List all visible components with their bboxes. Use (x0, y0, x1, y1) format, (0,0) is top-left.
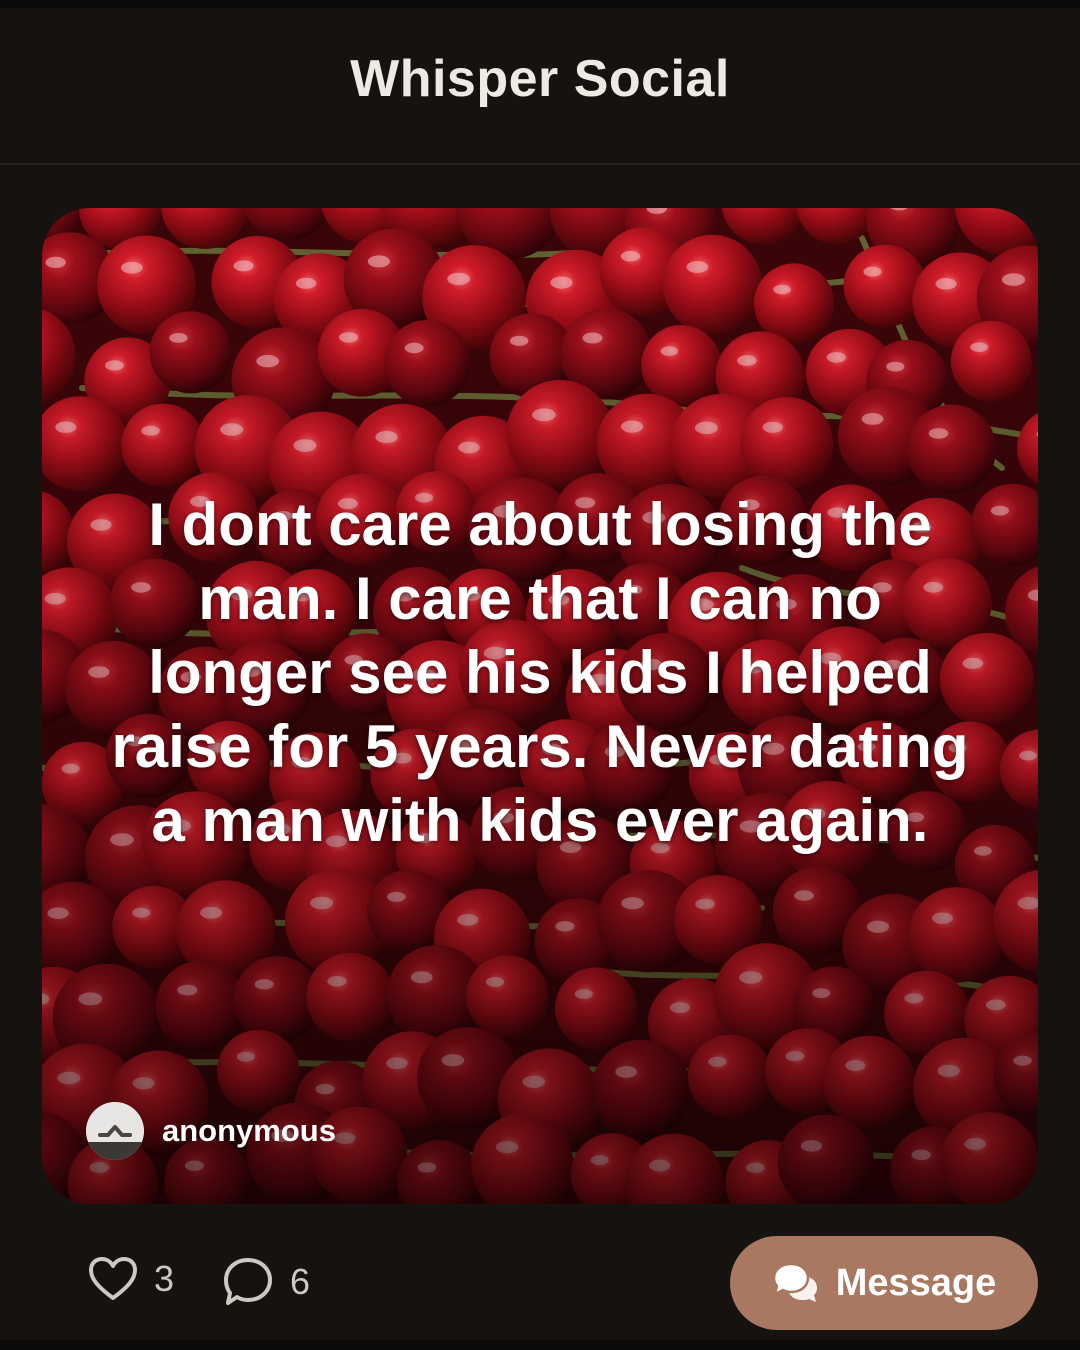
message-button-label: Message (835, 1261, 997, 1304)
message-button[interactable]: Message (730, 1236, 1038, 1330)
bottom-edge (0, 1340, 1080, 1350)
like-count: 3 (154, 1258, 175, 1299)
post-text: I dont care about losing the man. I care… (111, 491, 969, 854)
post-actions-bar: 3 6 Message (0, 1226, 1080, 1340)
whisper-app: Whisper Social I dont care about losing … (0, 0, 1080, 1350)
status-bar-edge (0, 0, 1080, 8)
app-header: Whisper Social (0, 8, 1080, 165)
anonymous-avatar-icon (86, 1102, 144, 1160)
post-author[interactable]: anonymous (86, 1102, 336, 1160)
like-button[interactable]: 3 (88, 1256, 174, 1302)
chat-bubbles-icon (772, 1262, 817, 1302)
comment-count: 6 (290, 1261, 311, 1302)
comment-button[interactable]: 6 (222, 1256, 310, 1308)
author-name: anonymous (162, 1113, 336, 1148)
comment-icon (224, 1258, 272, 1305)
whisper-post-card[interactable]: I dont care about losing the man. I care… (42, 208, 1038, 1204)
heart-icon (89, 1257, 137, 1300)
page-title: Whisper Social (350, 49, 730, 108)
